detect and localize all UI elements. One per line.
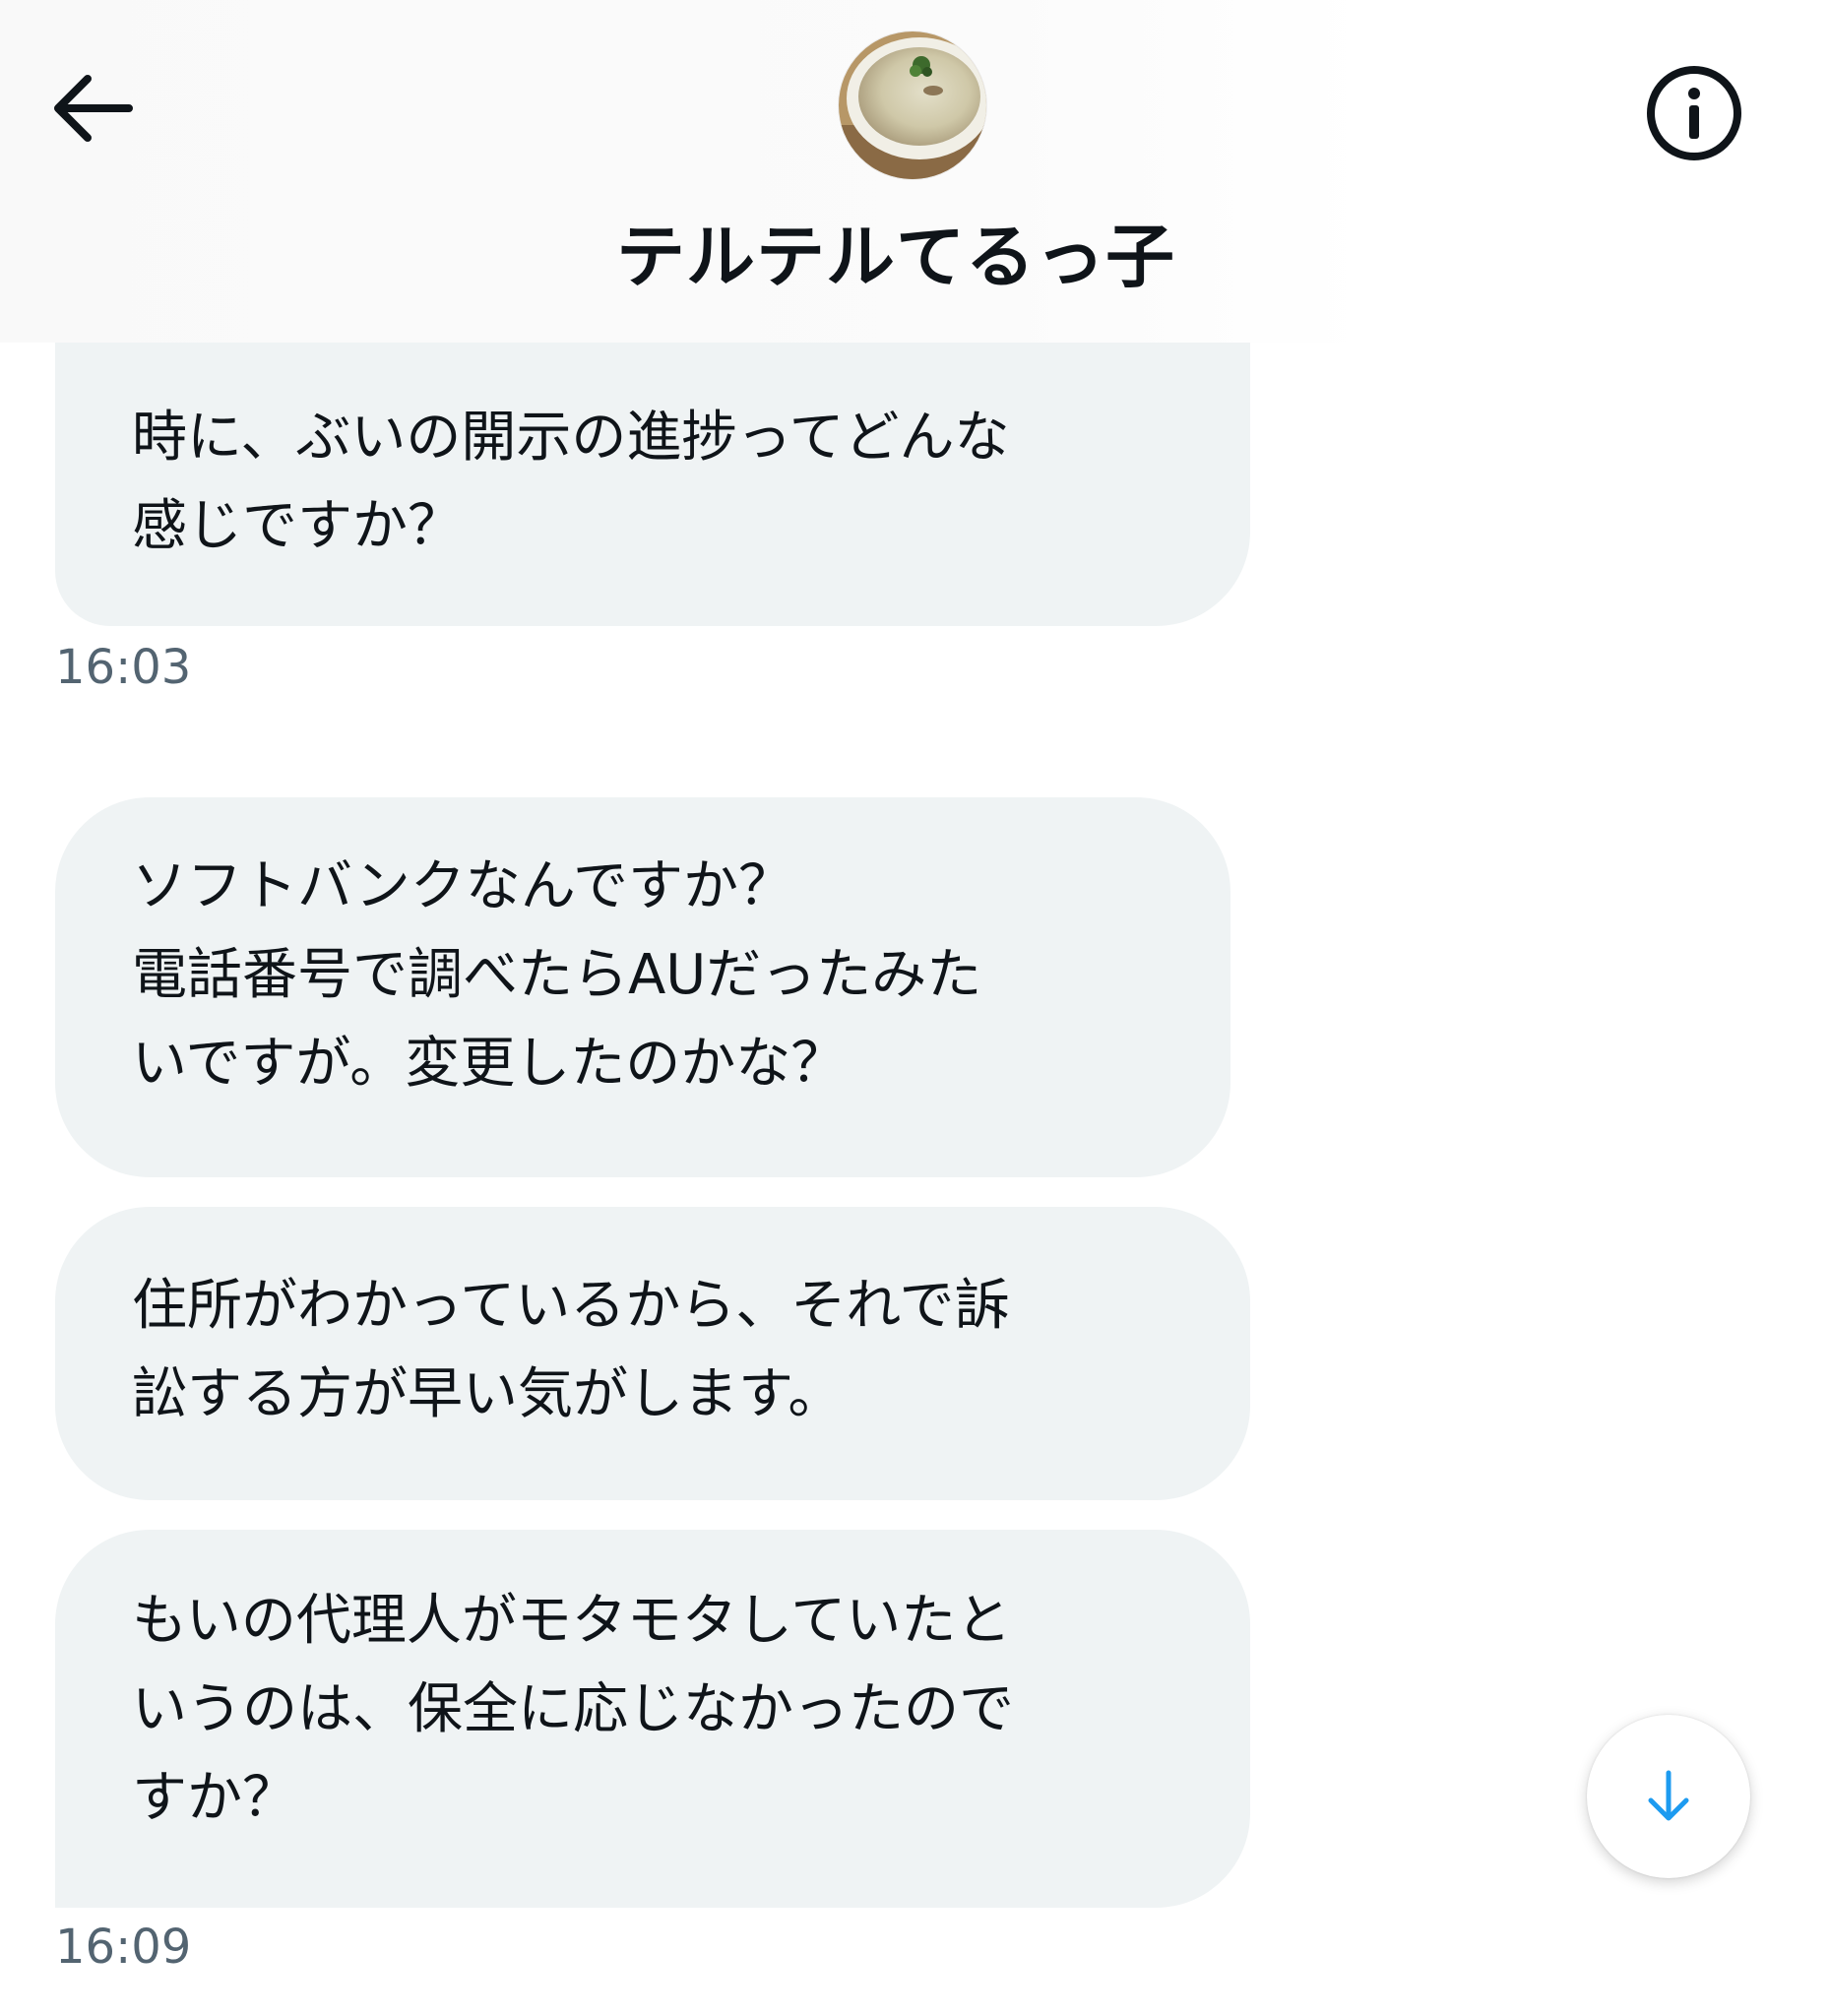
conversation-header: テルテルてるっ子 [0,0,1829,343]
message-bubble[interactable]: 住所がわかっているから、それで訴 訟する方が早い気がします。 [55,1207,1250,1500]
message-text: もいの代理人がモタモタしていたと いうのは、保全に応じなかったので すか？ [132,1577,1014,1843]
message-bubble[interactable]: 時に、ぶいの開示の進捗ってどんな 感じですか？ [55,343,1250,626]
message-text: 住所がわかっているから、それで訴 訟する方が早い気がします。 [132,1262,1010,1439]
message-line: いですが。変更したのかな？ [132,1032,847,1096]
message-line: ソフトバンクなんですか？ [132,854,793,918]
info-circle-icon [1647,66,1741,160]
message-line: いうのは、保全に応じなかったので [132,1677,1014,1741]
message-bubble[interactable]: もいの代理人がモタモタしていたと いうのは、保全に応じなかったので すか？ [55,1530,1250,1908]
message-timestamp: 16:03 [55,640,192,695]
dm-conversation-screen: テルテルてるっ子 時に、ぶいの開示の進捗ってどんな 感じですか？ 16:03 ソ… [0,0,1829,2016]
arrow-left-icon [54,75,133,142]
back-button[interactable] [37,59,148,158]
message-line: もいの代理人がモタモタしていたと [132,1589,1012,1653]
arrow-down-icon [1648,1770,1689,1821]
avatar[interactable] [839,32,986,179]
message-text: 時に、ぶいの開示の進捗ってどんな 感じですか？ [132,394,1010,571]
message-timestamp: 16:09 [55,1920,192,1975]
scroll-to-bottom-button[interactable] [1587,1715,1750,1878]
message-bubble[interactable]: ソフトバンクなんですか？ 電話番号で調べたらAUだったみた いですが。変更したの… [55,797,1230,1177]
message-line: 電話番号で調べたらAUだったみた [132,943,982,1007]
message-line: 時に、ぶいの開示の進捗ってどんな [132,406,1010,470]
message-line: すか？ [132,1766,297,1830]
message-line: 住所がわかっているから、それで訴 [132,1274,1010,1338]
conversation-title[interactable]: テルテルてるっ子 [551,213,1240,301]
message-line: 感じですか？ [132,494,463,558]
info-button[interactable] [1640,59,1748,167]
message-line: 訟する方が早い気がします。 [132,1362,844,1426]
message-text: ソフトバンクなんですか？ 電話番号で調べたらAUだったみた いですが。変更したの… [132,843,981,1108]
